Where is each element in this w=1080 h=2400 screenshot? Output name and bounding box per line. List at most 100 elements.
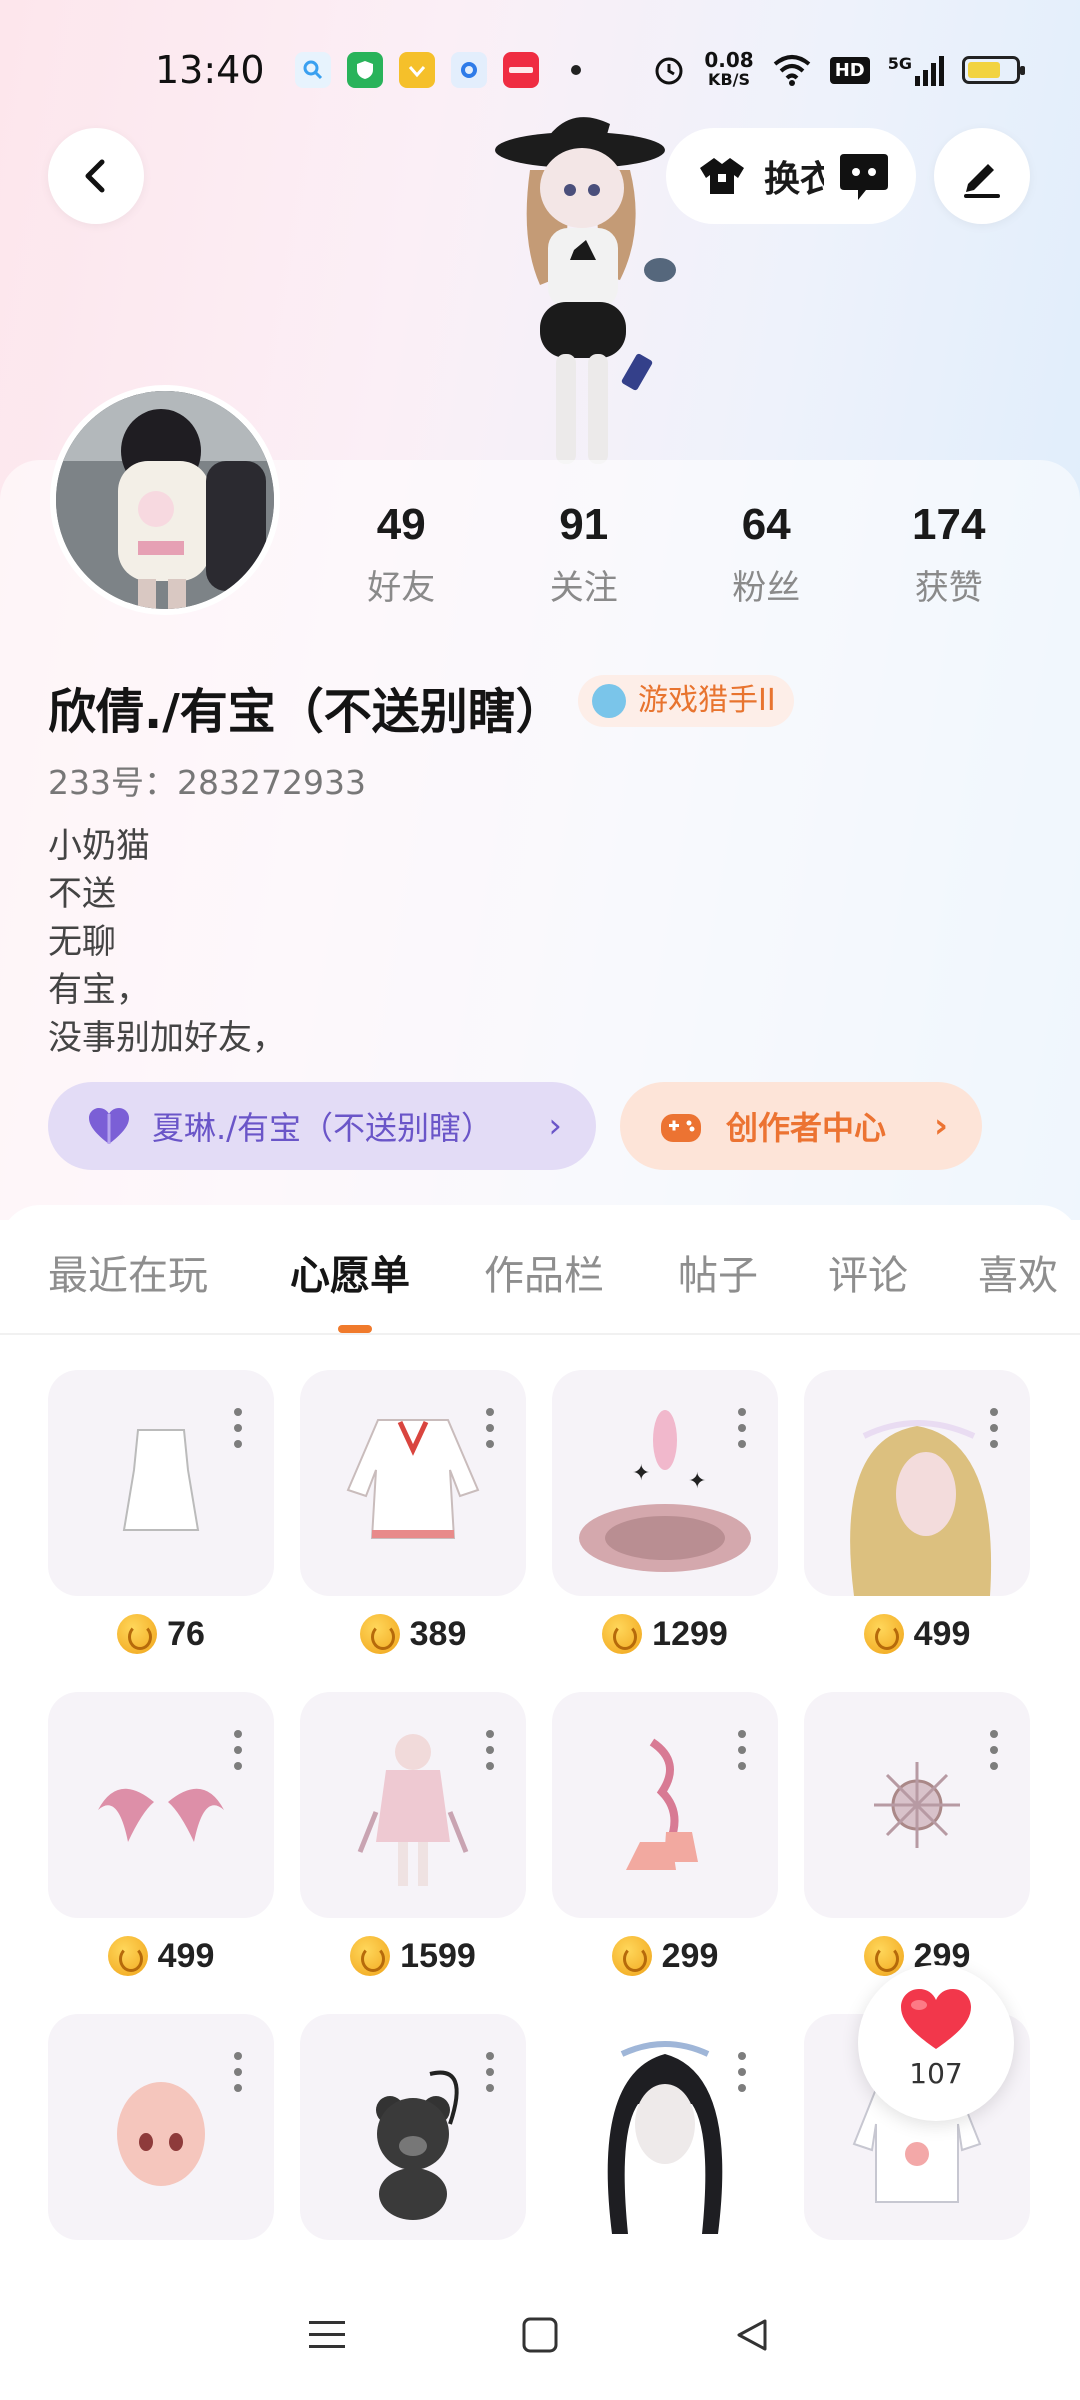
blonde-hair-thumb[interactable] — [804, 1370, 1030, 1596]
signal-type-label: 5G — [887, 54, 912, 73]
face-head-thumb[interactable] — [48, 2014, 274, 2240]
more-options-icon[interactable] — [990, 1408, 998, 1448]
coin-icon — [359, 1614, 400, 1654]
shirt-icon — [700, 158, 744, 194]
price: 299 — [552, 1936, 778, 1976]
chat-bubble-icon[interactable] — [836, 148, 892, 204]
gamepad-icon — [661, 1114, 701, 1142]
more-options-icon[interactable] — [234, 1408, 242, 1448]
like-count: 107 — [909, 2057, 963, 2090]
network-speed-unit: KB/S — [708, 70, 751, 89]
home-icon[interactable] — [520, 2315, 560, 2355]
bio-line: 小奶猫 — [48, 826, 150, 866]
level-badge[interactable]: 游戏猎手II — [578, 675, 794, 727]
floating-like-button[interactable]: 107 — [858, 1965, 1014, 2121]
wishlist-item[interactable] — [552, 2014, 778, 2240]
tab-works[interactable]: 作品栏 — [484, 1243, 604, 1301]
xiaohongshu-app-icon — [502, 52, 539, 88]
stat-friends[interactable]: 49 好友 — [310, 500, 493, 609]
more-options-icon[interactable] — [738, 1408, 746, 1448]
pen-icon — [964, 164, 1000, 198]
alarm-icon — [655, 57, 683, 85]
svg-text:✦: ✦ — [632, 1461, 650, 1486]
search-app-icon — [294, 52, 331, 88]
shield-app-icon — [346, 52, 383, 88]
stat-label: 好友 — [367, 568, 436, 608]
pink-wings-thumb[interactable] — [48, 1692, 274, 1918]
vpn-app-icon — [398, 52, 435, 88]
more-options-icon[interactable] — [738, 1730, 746, 1770]
price: 1599 — [300, 1936, 526, 1976]
tab-likes[interactable]: 喜欢 — [978, 1243, 1058, 1301]
sailor-dress-thumb[interactable] — [300, 1370, 526, 1596]
pink-boots-thumb[interactable] — [552, 1692, 778, 1918]
coin-icon — [863, 1936, 904, 1976]
back-triangle-icon[interactable] — [733, 2315, 773, 2355]
price-value: 1299 — [652, 1614, 728, 1653]
tab-posts[interactable]: 帖子 — [678, 1243, 758, 1301]
wishlist-item[interactable]: 499 — [48, 1692, 274, 1976]
creator-center-button[interactable]: 创作者中心 › — [620, 1082, 982, 1170]
price: 499 — [804, 1614, 1030, 1654]
character-avatar-3d[interactable] — [470, 110, 700, 470]
price-value: 389 — [409, 1614, 467, 1653]
black-twin-hair-thumb[interactable] — [552, 2014, 778, 2240]
stat-label: 关注 — [549, 568, 618, 608]
outfit-button[interactable]: 换衣 — [666, 128, 916, 224]
white-dress-thumb[interactable] — [48, 1370, 274, 1596]
bio: 小奶猫 不送 无聊 有宝， 没事别加好友， — [48, 822, 286, 1062]
more-options-icon[interactable] — [486, 1408, 494, 1448]
back-button[interactable] — [48, 128, 144, 224]
wishlist-item[interactable]: 76 — [48, 1370, 274, 1654]
more-options-icon[interactable] — [234, 1730, 242, 1770]
creator-button-label: 创作者中心 — [726, 1109, 887, 1147]
stat-likes[interactable]: 174 获赞 — [858, 500, 1041, 609]
wishlist-item[interactable]: 499 — [804, 1370, 1030, 1654]
halo-accessory-thumb[interactable] — [804, 1692, 1030, 1918]
more-options-icon[interactable] — [486, 1730, 494, 1770]
menu-icon[interactable] — [307, 2317, 347, 2353]
bear-bag-thumb[interactable] — [300, 2014, 526, 2240]
status-time: 13:40 — [155, 48, 265, 92]
system-navigation-bar — [0, 2270, 1080, 2400]
price-value: 76 — [167, 1614, 205, 1653]
edit-profile-button[interactable] — [934, 128, 1030, 224]
wishlist-item[interactable]: 1599 — [300, 1692, 526, 1976]
tab-wishlist[interactable]: 心愿单 — [290, 1243, 410, 1301]
pink-outfit-thumb[interactable] — [300, 1692, 526, 1918]
magic-circle-effect-thumb[interactable]: ✦ ✦ — [552, 1370, 778, 1596]
coin-icon — [611, 1936, 652, 1976]
wifi-icon — [773, 55, 810, 86]
chevron-right-icon: › — [548, 1106, 562, 1146]
more-options-icon[interactable] — [990, 1730, 998, 1770]
wishlist-item[interactable]: ✦ ✦ 1299 — [552, 1370, 778, 1654]
more-options-icon[interactable] — [234, 2052, 242, 2092]
wishlist-item[interactable]: 389 — [300, 1370, 526, 1654]
wishlist-item[interactable]: 299 — [804, 1692, 1030, 1976]
more-options-icon[interactable] — [738, 2052, 746, 2092]
wishlist-item[interactable] — [48, 2014, 274, 2240]
bio-line: 没事别加好友， — [48, 1018, 286, 1058]
avatar[interactable] — [50, 385, 280, 615]
wishlist-item[interactable] — [300, 2014, 526, 2240]
price-value: 299 — [661, 1936, 719, 1975]
tab-recently-played[interactable]: 最近在玩 — [48, 1243, 208, 1301]
coin-icon — [350, 1936, 391, 1976]
coin-icon — [602, 1614, 643, 1654]
stat-fans[interactable]: 64 粉丝 — [675, 500, 858, 609]
more-options-icon[interactable] — [486, 2052, 494, 2092]
price: 389 — [300, 1614, 526, 1654]
coin-icon — [863, 1614, 904, 1654]
outfit-button-label: 换衣 — [764, 159, 824, 200]
bio-line: 不送 — [48, 874, 116, 914]
chevron-left-icon — [85, 159, 105, 193]
notification-dot-icon — [570, 65, 581, 75]
badge-label: 游戏猎手II — [638, 683, 776, 718]
battery-icon — [962, 56, 1025, 84]
friend-button[interactable]: 夏琳./有宝（不送别瞎） › — [48, 1082, 596, 1170]
stat-value: 174 — [912, 500, 986, 549]
tab-comments[interactable]: 评论 — [828, 1243, 908, 1301]
stat-following[interactable]: 91 关注 — [493, 500, 676, 609]
price-value: 1599 — [400, 1936, 476, 1975]
wishlist-item[interactable]: 299 — [552, 1692, 778, 1976]
